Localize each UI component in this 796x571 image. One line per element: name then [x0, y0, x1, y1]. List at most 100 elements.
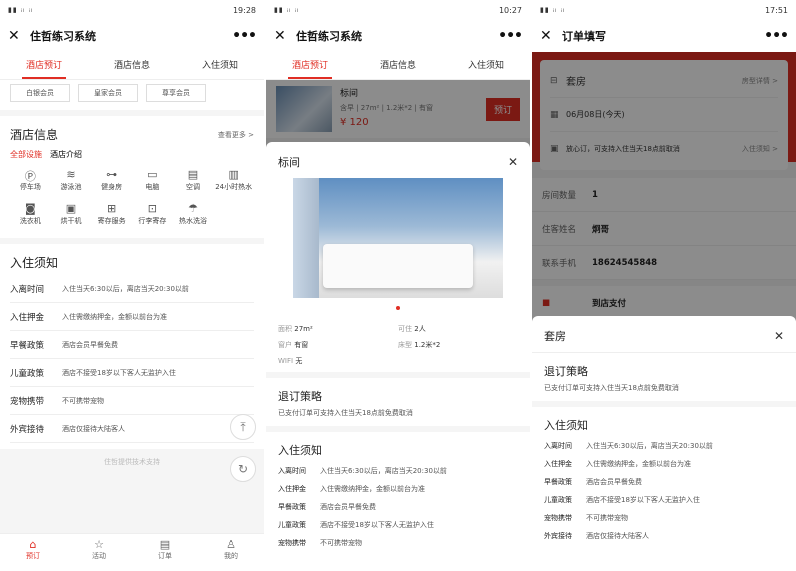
facility-label: 电脑: [145, 183, 160, 191]
facility-item[interactable]: ⊡ 行李寄存: [132, 202, 173, 226]
facility-item[interactable]: ≋ 游泳池: [51, 168, 92, 192]
screen-hotel-home: ▮▮ ᵢₗ ᵢₗ 19:28 ✕ 住哲练习系统 ••• 酒店预订 酒店信息 入住…: [0, 0, 264, 571]
member-levels: 白银会员 皇家会员 尊享会员: [0, 80, 264, 110]
nav-item-预订[interactable]: ⌂ 预订: [0, 534, 66, 571]
notice-value: 酒店不接受18岁以下客人无监护入住: [586, 496, 700, 504]
notice-value: 不可携带宠物: [62, 396, 104, 405]
room-attribute: 窗户 有窗: [278, 340, 398, 350]
refresh-button[interactable]: ↻: [230, 456, 256, 482]
member-silver[interactable]: 白银会员: [10, 84, 70, 102]
notice-key: 儿童政策: [278, 521, 306, 529]
more-icon[interactable]: •••: [232, 28, 257, 44]
notice-key: 早餐政策: [278, 503, 306, 511]
close-icon[interactable]: ✕: [274, 28, 292, 44]
user-icon: ♙: [226, 538, 236, 551]
facility-item[interactable]: ⊶ 健身房: [91, 168, 132, 192]
nav-item-活动[interactable]: ☆ 活动: [66, 534, 132, 571]
tab-booking[interactable]: 酒店预订: [0, 52, 88, 79]
notice-row: 入住押金 入住需缴纳押金，金额以前台为准: [10, 303, 254, 331]
room-detail-sheet: 标间 ✕ 面积 27m² 可住 2人 窗户 有窗 床型 1.2米*2 WIFI 无 退订…: [266, 142, 530, 571]
support-note: 住哲提供技术支持: [104, 458, 160, 466]
facility-item[interactable]: ◙ 洗衣机: [10, 202, 51, 226]
dryer-icon: ▣: [65, 202, 77, 215]
computer-icon: ▭: [147, 168, 158, 181]
facility-item[interactable]: ▭ 电脑: [132, 168, 173, 192]
close-icon[interactable]: ✕: [8, 28, 26, 44]
title-bar: ✕ 住哲练习系统 •••: [266, 20, 530, 52]
bottom-nav: ⌂ 预订 ☆ 活动 ▤ 订单 ♙ 我的: [0, 533, 264, 571]
notice-row: 宠物携带 不可携带宠物: [532, 509, 796, 527]
home-icon: ⌂: [29, 538, 37, 551]
facility-item[interactable]: ▥ 24小时热水: [213, 168, 254, 192]
facility-label: 行李寄存: [138, 217, 167, 225]
nav-item-订单[interactable]: ▤ 订单: [132, 534, 198, 571]
facility-item[interactable]: ☂ 热水洗浴: [173, 202, 214, 226]
attr-key: WIFI: [278, 357, 296, 365]
notice-value: 入住当天6:30以后，离店当天20:30以前: [586, 442, 713, 450]
notice-title: 入住须知: [10, 256, 59, 270]
notice-row: 入离时间 入住当天6:30以后，离店当天20:30以前: [266, 462, 530, 480]
room-policy-sheet: 套房 ✕ 退订策略 已支付订单可支持入住当天18点前免费取消 入住须知 入离时间…: [532, 316, 796, 571]
policy-text: 已支付订单可支持入住当天18点前免费取消: [544, 384, 679, 392]
nav-label: 订单: [158, 552, 172, 560]
notice-row: 外宾接待 酒店仅接待大陆客人: [532, 527, 796, 545]
washer-icon: ◙: [24, 202, 36, 215]
facility-item[interactable]: ▣ 烘干机: [51, 202, 92, 226]
notice-card: 入住须知 入离时间 入住当天6:30以后，离店当天20:30以前 入住押金 入住需缴纳…: [0, 244, 264, 449]
tab-hotel-info[interactable]: 酒店信息: [354, 52, 442, 79]
status-bar: ▮▮ ᵢₗ ᵢₗ 17:51: [532, 0, 796, 20]
main-tabs: 酒店预订 酒店信息 入住须知: [266, 52, 530, 80]
hotel-info-card: 酒店信息 查看更多 > 全部设施 酒店介绍 Ⓟ 停车场 ≋ 游泳池 ⊶ 健身房 ▭ 电脑 ▤ 空调…: [0, 116, 264, 238]
member-royal[interactable]: 皇家会员: [78, 84, 138, 102]
subtab-intro[interactable]: 酒店介绍: [50, 149, 82, 160]
status-bar: ▮▮ ᵢₗ ᵢₗ 10:27: [266, 0, 530, 20]
more-icon[interactable]: •••: [764, 28, 789, 44]
close-icon[interactable]: ✕: [774, 329, 784, 343]
back-to-top-button[interactable]: ⤒: [230, 414, 256, 440]
room-attributes: 面积 27m² 可住 2人 窗户 有窗 床型 1.2米*2 WIFI 无: [266, 318, 530, 372]
facility-label: 洗衣机: [19, 217, 41, 225]
facility-label: 空调: [185, 183, 200, 191]
nav-item-我的[interactable]: ♙ 我的: [198, 534, 264, 571]
notice-title: 入住须知: [544, 419, 588, 432]
parking-icon: Ⓟ: [24, 170, 36, 183]
see-more-link[interactable]: 查看更多 >: [218, 130, 254, 140]
notice-row: 宠物携带 不可携带宠物: [266, 534, 530, 552]
facility-item[interactable]: Ⓟ 停车场: [10, 168, 51, 192]
room-photo[interactable]: [293, 178, 503, 298]
shower-icon: ☂: [188, 202, 198, 215]
notice-key: 宠物携带: [10, 396, 45, 407]
status-time: 19:28: [232, 5, 256, 15]
notice-key: 早餐政策: [10, 340, 45, 351]
room-attribute: 床型 1.2米*2: [398, 340, 518, 350]
carousel-indicator: [396, 306, 400, 310]
tab-booking[interactable]: 酒店预订: [266, 52, 354, 79]
status-time: 17:51: [764, 5, 788, 15]
subtab-facilities[interactable]: 全部设施: [10, 149, 42, 160]
notice-value: 酒店仅接待大陆客人: [586, 532, 649, 540]
attr-value: 27m²: [294, 325, 313, 333]
tab-notice[interactable]: 入住须知: [442, 52, 530, 79]
notice-title: 入住须知: [278, 444, 322, 457]
attr-value: 2人: [414, 325, 426, 333]
notice-key: 儿童政策: [10, 368, 45, 379]
tab-hotel-info[interactable]: 酒店信息: [88, 52, 176, 79]
notice-key: 入离时间: [10, 284, 45, 295]
notice-rules: 入离时间 入住当天6:30以后，离店当天20:30以前 入住押金 入住需缴纳押金，金额…: [266, 462, 530, 552]
close-icon[interactable]: ✕: [508, 155, 518, 169]
notice-value: 酒店会员早餐免费: [320, 503, 376, 511]
room-attribute: 面积 27m²: [278, 324, 398, 334]
facility-grid: Ⓟ 停车场 ≋ 游泳池 ⊶ 健身房 ▭ 电脑 ▤ 空调 ▥ 24小时热水 ◙ 洗衣机 ▣ 烘干机 ⊞ 寄存服务 ⊡ 行…: [10, 168, 254, 232]
close-icon[interactable]: ✕: [540, 28, 558, 44]
notice-rules: 入离时间 入住当天6:30以后，离店当天20:30以前 入住押金 入住需缴纳押金，金额…: [10, 275, 254, 443]
facility-label: 健身房: [101, 183, 123, 191]
more-icon[interactable]: •••: [498, 28, 523, 44]
gym-icon: ⊶: [106, 168, 118, 181]
member-premium[interactable]: 尊享会员: [146, 84, 206, 102]
notice-key: 外宾接待: [544, 532, 572, 540]
facility-item[interactable]: ⊞ 寄存服务: [91, 202, 132, 226]
facility-item[interactable]: ▤ 空调: [173, 168, 214, 192]
notice-value: 酒店会员早餐免费: [62, 340, 118, 349]
nav-label: 活动: [92, 552, 106, 560]
tab-notice[interactable]: 入住须知: [176, 52, 264, 79]
